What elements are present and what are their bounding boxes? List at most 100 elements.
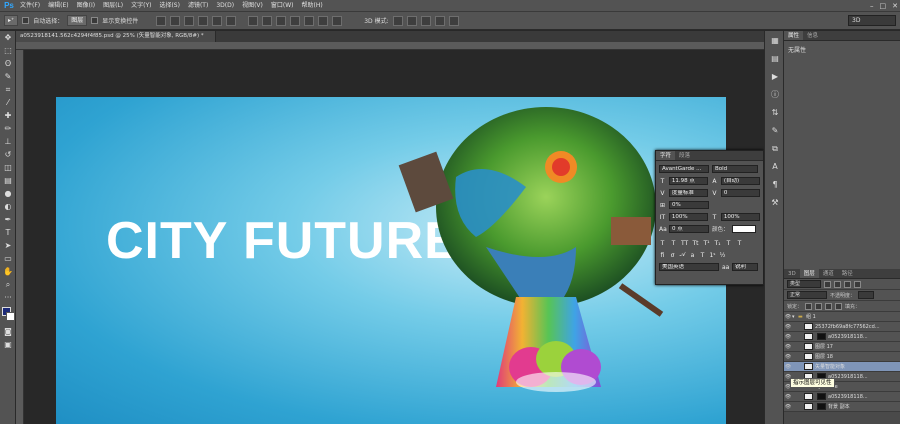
- actions-panel-icon[interactable]: ▶: [769, 71, 781, 83]
- menu-file[interactable]: 文件(F): [16, 0, 44, 12]
- tab-info[interactable]: 信息: [803, 31, 822, 40]
- maximize-icon[interactable]: □: [880, 1, 887, 11]
- font-size-field[interactable]: 11.98 点: [668, 177, 708, 185]
- lasso-tool-icon[interactable]: ʘ: [2, 58, 14, 70]
- menu-view[interactable]: 视图(V): [238, 0, 267, 12]
- background-color-swatch[interactable]: [6, 312, 15, 321]
- menu-layer[interactable]: 图层(L): [99, 0, 127, 12]
- document-tab[interactable]: a0523918141.562c4294f4f85.psd @ 25% (矢量智…: [16, 31, 216, 42]
- distribute-top-icon[interactable]: [248, 15, 259, 26]
- close-icon[interactable]: ✕: [892, 1, 898, 11]
- hand-tool-icon[interactable]: ✋: [2, 266, 14, 278]
- more-tools-icon[interactable]: ···: [2, 292, 14, 304]
- info-panel-icon[interactable]: ⓘ: [769, 89, 781, 101]
- layer-row[interactable]: 👁 ▾ ▬ 组 1: [784, 312, 900, 322]
- character-panel-icon[interactable]: A: [769, 161, 781, 173]
- tracking-field[interactable]: 0: [720, 189, 760, 197]
- filter-type-icon[interactable]: [844, 280, 851, 288]
- small-caps-icon[interactable]: Tt: [692, 240, 699, 247]
- vertical-scale-field[interactable]: 100%: [668, 213, 708, 221]
- type-tool-icon[interactable]: T: [2, 227, 14, 239]
- menu-select[interactable]: 选择(S): [155, 0, 184, 12]
- menu-edit[interactable]: 编辑(E): [44, 0, 72, 12]
- quick-select-tool-icon[interactable]: ✎: [2, 71, 14, 83]
- layer-row[interactable]: 👁 25372fb69a8fc77562cd...: [784, 322, 900, 332]
- artboard[interactable]: CITY FUTURE: [56, 97, 726, 424]
- dodge-tool-icon[interactable]: ◐: [2, 201, 14, 213]
- marquee-tool-icon[interactable]: ⬚: [2, 45, 14, 57]
- pen-tool-icon[interactable]: ✒: [2, 214, 14, 226]
- old-style-icon[interactable]: ơ: [669, 252, 676, 259]
- layer-row[interactable]: 👁 a0523918118...: [784, 392, 900, 402]
- titling-icon[interactable]: T: [699, 252, 706, 259]
- crop-tool-icon[interactable]: ⌗: [2, 84, 14, 96]
- align-vcenter-icon[interactable]: [170, 15, 181, 26]
- leading-field[interactable]: (自动): [720, 177, 760, 185]
- swash-icon[interactable]: 𝒜: [679, 251, 686, 259]
- layer-row[interactable]: 👁 图层 18: [784, 352, 900, 362]
- drag-3d-icon[interactable]: [420, 15, 431, 26]
- workspace-dropdown[interactable]: 3D: [848, 15, 896, 26]
- alternates-icon[interactable]: a: [689, 252, 696, 259]
- underline-icon[interactable]: T: [725, 240, 732, 247]
- tab-3d[interactable]: 3D: [784, 269, 800, 278]
- text-color-swatch[interactable]: [731, 225, 756, 233]
- auto-select-dropdown[interactable]: 图层: [67, 15, 88, 26]
- paragraph-panel-icon[interactable]: ¶: [769, 179, 781, 191]
- superscript-icon[interactable]: T¹: [703, 240, 710, 247]
- roll-3d-icon[interactable]: [406, 15, 417, 26]
- auto-align-icon[interactable]: [332, 15, 343, 26]
- tsume-field[interactable]: 0%: [669, 201, 709, 209]
- align-bottom-icon[interactable]: [184, 15, 195, 26]
- rotate-3d-icon[interactable]: [392, 15, 403, 26]
- layer-row[interactable]: 👁 图层 17: [784, 342, 900, 352]
- faux-italic-icon[interactable]: T: [670, 240, 677, 247]
- menu-window[interactable]: 窗口(W): [267, 0, 298, 12]
- filter-adjust-icon[interactable]: [834, 280, 841, 288]
- opacity-field[interactable]: [858, 291, 875, 299]
- tab-channels[interactable]: 通道: [819, 269, 838, 278]
- menu-type[interactable]: 文字(Y): [127, 0, 155, 12]
- minimize-icon[interactable]: –: [870, 1, 874, 11]
- history-panel-icon[interactable]: ▦: [769, 35, 781, 47]
- swatches-panel-icon[interactable]: ▤: [769, 53, 781, 65]
- slide-3d-icon[interactable]: [434, 15, 445, 26]
- zoom-tool-icon[interactable]: ⌕: [2, 279, 14, 291]
- blur-tool-icon[interactable]: ●: [2, 188, 14, 200]
- blend-mode-dropdown[interactable]: 正常: [787, 291, 827, 299]
- show-transform-checkbox[interactable]: [91, 17, 99, 24]
- visibility-eye-icon[interactable]: 👁: [784, 334, 792, 340]
- visibility-eye-icon[interactable]: 👁: [784, 404, 792, 410]
- lock-pixels-icon[interactable]: [815, 302, 823, 310]
- lock-all-icon[interactable]: [835, 302, 843, 310]
- eraser-tool-icon[interactable]: ◫: [2, 162, 14, 174]
- adjustments-panel-icon[interactable]: ⇅: [769, 107, 781, 119]
- distribute-hcenter-icon[interactable]: [304, 15, 315, 26]
- distribute-bottom-icon[interactable]: [276, 15, 287, 26]
- align-right-icon[interactable]: [226, 15, 237, 26]
- fraction-icon[interactable]: ½: [719, 252, 726, 259]
- visibility-eye-icon[interactable]: 👁: [784, 364, 792, 370]
- screen-mode-icon[interactable]: ▣: [2, 339, 14, 351]
- align-top-icon[interactable]: [156, 15, 167, 26]
- tab-paragraph[interactable]: 段落: [675, 151, 694, 160]
- visibility-eye-icon[interactable]: 👁: [784, 354, 792, 360]
- tab-properties[interactable]: 属性: [784, 31, 804, 40]
- move-tool-preset-icon[interactable]: ▸⁺: [4, 15, 19, 26]
- clone-stamp-icon[interactable]: ⊥: [2, 136, 14, 148]
- language-dropdown[interactable]: 美国英语: [659, 263, 719, 271]
- tools-preset-icon[interactable]: ⚒: [769, 197, 781, 209]
- align-hcenter-icon[interactable]: [212, 15, 223, 26]
- brush-panel-icon[interactable]: ✎: [769, 125, 781, 137]
- scale-3d-icon[interactable]: [448, 15, 459, 26]
- menu-image[interactable]: 图像(I): [73, 0, 99, 12]
- menu-help[interactable]: 帮助(H): [298, 0, 327, 12]
- brush-tool-icon[interactable]: ✏: [2, 123, 14, 135]
- move-tool-icon[interactable]: ✥: [2, 32, 14, 44]
- font-family-dropdown[interactable]: AvantGarde ...: [659, 165, 709, 173]
- horizontal-scale-field[interactable]: 100%: [720, 213, 760, 221]
- strikethrough-icon[interactable]: T: [736, 240, 743, 247]
- visibility-eye-icon[interactable]: 👁: [784, 344, 792, 350]
- quick-mask-icon[interactable]: ◙: [2, 326, 14, 338]
- healing-brush-icon[interactable]: ✚: [2, 110, 14, 122]
